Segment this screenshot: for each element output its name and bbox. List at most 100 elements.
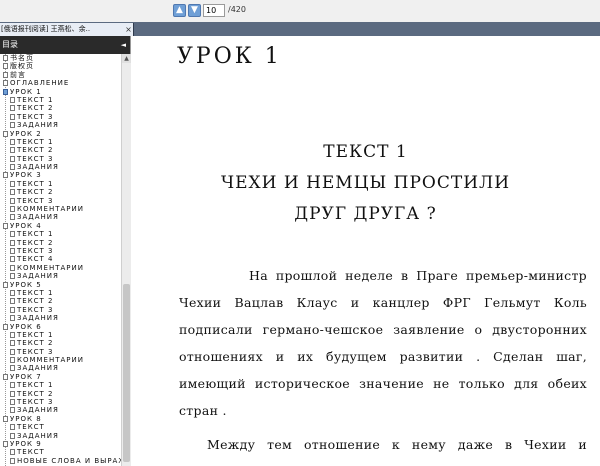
page-icon: [10, 432, 15, 439]
bookmark-chapter[interactable]: УРОК 8: [0, 415, 121, 423]
page-icon: [10, 457, 15, 464]
close-icon[interactable]: ×: [124, 24, 133, 35]
bookmark-chapter[interactable]: УРОК 2: [0, 130, 121, 138]
page-icon: [10, 206, 15, 213]
collapse-panel-icon[interactable]: ◄: [121, 36, 126, 54]
bookmark-item[interactable]: ТЕКСТ 3: [0, 155, 121, 163]
bookmark-item[interactable]: ТЕКСТ 3: [0, 247, 121, 255]
bookmark-chapter[interactable]: УРОК 5: [0, 281, 121, 289]
scroll-up-icon[interactable]: ▲: [122, 54, 131, 63]
bookmark-label: ТЕКСТ 2: [17, 238, 54, 247]
page-icon: [10, 340, 15, 347]
bookmark-label: ТЕКСТ 1: [17, 95, 54, 104]
bookmark-label: КОММЕНТАРИИ: [17, 205, 85, 214]
bookmark-item[interactable]: НОВЫЕ СЛОВА И ВЫРАЖЕНИЯ: [0, 457, 121, 465]
bookmark-item[interactable]: ЗАДАНИЯ: [0, 121, 121, 129]
page-icon: [10, 449, 15, 456]
bookmark-label: ТЕКСТ: [17, 423, 45, 432]
page-icon: [3, 80, 8, 87]
bookmark-item[interactable]: КОММЕНТАРИИ: [0, 356, 121, 364]
bookmark-item[interactable]: ТЕКСТ 1: [0, 331, 121, 339]
bookmark-label: ТЕКСТ 2: [17, 389, 54, 398]
page-icon: [10, 306, 15, 313]
bookmark-item[interactable]: ТЕКСТ 2: [0, 104, 121, 112]
bookmark-item[interactable]: ТЕКСТ 2: [0, 188, 121, 196]
bookmark-chapter[interactable]: УРОК 7: [0, 373, 121, 381]
bookmark-item[interactable]: ЗАДАНИЯ: [0, 432, 121, 440]
bookmark-item[interactable]: ТЕКСТ 1: [0, 230, 121, 238]
bookmark-item[interactable]: ТЕКСТ: [0, 423, 121, 431]
page-icon: [3, 281, 8, 288]
page-icon: [10, 138, 15, 145]
bookmark-item[interactable]: КОММЕНТАРИИ: [0, 264, 121, 272]
page-icon: [3, 63, 8, 70]
bookmark-item[interactable]: ТЕКСТ 3: [0, 348, 121, 356]
page-number-input[interactable]: [203, 4, 225, 17]
bookmark-item[interactable]: ЗАДАНИЯ: [0, 272, 121, 280]
bookmark-label: УРОК 2: [10, 129, 42, 138]
bookmark-label: УРОК 8: [10, 414, 42, 423]
bookmark-label: ТЕКСТ 2: [17, 297, 54, 306]
bookmark-label: ОГЛАВЛЕНИЕ: [10, 79, 70, 88]
bookmark-item[interactable]: ЗАДАНИЯ: [0, 406, 121, 414]
bookmark-item[interactable]: ТЕКСТ 2: [0, 297, 121, 305]
bookmark-tree: 书名页 版权页 前言 ОГЛАВЛЕНИЕ УРОК 1 ТЕКСТ 1 ТЕКСТ 2 ТЕ…: [0, 54, 121, 466]
bookmark-item[interactable]: ТЕКСТ 3: [0, 398, 121, 406]
bookmark-item[interactable]: КОММЕНТАРИИ: [0, 205, 121, 213]
bookmark-label: ТЕКСТ 3: [17, 305, 54, 314]
tab-strip: [俄语报刊阅读] 王燕松、余.. ×: [0, 22, 600, 36]
bookmark-item[interactable]: ТЕКСТ 1: [0, 180, 121, 188]
page-icon: [10, 390, 15, 397]
bookmark-item[interactable]: ТЕКСТ 2: [0, 239, 121, 247]
page-icon: [3, 323, 8, 330]
bookmark-label: ТЕКСТ 1: [17, 230, 54, 239]
bookmark-item[interactable]: ТЕКСТ: [0, 448, 121, 456]
bookmark-label: ТЕКСТ 3: [17, 246, 54, 255]
bookmark-label: ТЕКСТ 2: [17, 188, 54, 197]
previous-page-button[interactable]: ▲: [173, 4, 186, 17]
bookmark-item[interactable]: ТЕКСТ 3: [0, 306, 121, 314]
bookmark-chapter[interactable]: УРОК 1: [0, 88, 121, 96]
page-icon: [10, 357, 15, 364]
bookmark-panel: 目录 ◄ 书名页 版权页 前言 ОГЛАВЛЕНИЕ УРОК 1 ТЕКСТ 1 ТЕКС…: [0, 36, 131, 466]
bookmark-label: ЗАДАНИЯ: [17, 121, 59, 130]
bookmark-item[interactable]: ТЕКСТ 4: [0, 255, 121, 263]
bookmark-item[interactable]: ТЕКСТ 2: [0, 146, 121, 154]
bookmark-item[interactable]: ТЕКСТ 1: [0, 381, 121, 389]
bookmark-item[interactable]: ЗАДАНИЯ: [0, 213, 121, 221]
bookmark-item[interactable]: ЗАДАНИЯ: [0, 314, 121, 322]
bookmark-item[interactable]: ТЕКСТ 1: [0, 138, 121, 146]
article-title-line2: ДРУГ ДРУГА ?: [294, 204, 437, 224]
bookmark-chapter[interactable]: УРОК 9: [0, 440, 121, 448]
bookmark-chapter[interactable]: 前言: [0, 71, 121, 79]
next-page-button[interactable]: ▼: [188, 4, 201, 17]
bookmark-chapter[interactable]: УРОК 6: [0, 323, 121, 331]
lesson-title: УРОК 1: [177, 44, 282, 69]
page-icon: [10, 315, 15, 322]
bookmark-chapter[interactable]: 版权页: [0, 62, 121, 70]
bookmark-chapter[interactable]: УРОК 3: [0, 171, 121, 179]
scrollbar-thumb[interactable]: [123, 284, 130, 462]
bookmark-label: ТЕКСТ 3: [17, 398, 54, 407]
bookmark-item[interactable]: ЗАДАНИЯ: [0, 364, 121, 372]
sidebar-scrollbar[interactable]: ▲: [121, 54, 131, 466]
bookmark-item[interactable]: ТЕКСТ 3: [0, 197, 121, 205]
page-icon: [10, 399, 15, 406]
bookmark-item[interactable]: ТЕКСТ 3: [0, 113, 121, 121]
page-icon: [10, 348, 15, 355]
document-tab[interactable]: [俄语报刊阅读] 王燕松、余.. ×: [0, 23, 134, 36]
bookmark-chapter[interactable]: ОГЛАВЛЕНИЕ: [0, 79, 121, 87]
bookmark-label: НОВЫЕ СЛОВА И ВЫРАЖЕНИЯ: [17, 456, 121, 465]
bookmark-chapter[interactable]: УРОК 4: [0, 222, 121, 230]
bookmark-item[interactable]: ТЕКСТ 1: [0, 96, 121, 104]
bookmark-label: ТЕКСТ 1: [17, 179, 54, 188]
bookmark-label: ТЕКСТ 1: [17, 288, 54, 297]
page-icon: [3, 130, 8, 137]
bookmark-item[interactable]: ЗАДАНИЯ: [0, 163, 121, 171]
bookmark-item[interactable]: ТЕКСТ 2: [0, 390, 121, 398]
bookmark-label: КОММЕНТАРИИ: [17, 356, 85, 365]
page-icon: [3, 88, 8, 95]
bookmark-item[interactable]: ТЕКСТ 2: [0, 339, 121, 347]
bookmark-item[interactable]: ТЕКСТ 1: [0, 289, 121, 297]
paragraph-1: На прошлой неделе в Праге премьер-минист…: [179, 268, 587, 418]
